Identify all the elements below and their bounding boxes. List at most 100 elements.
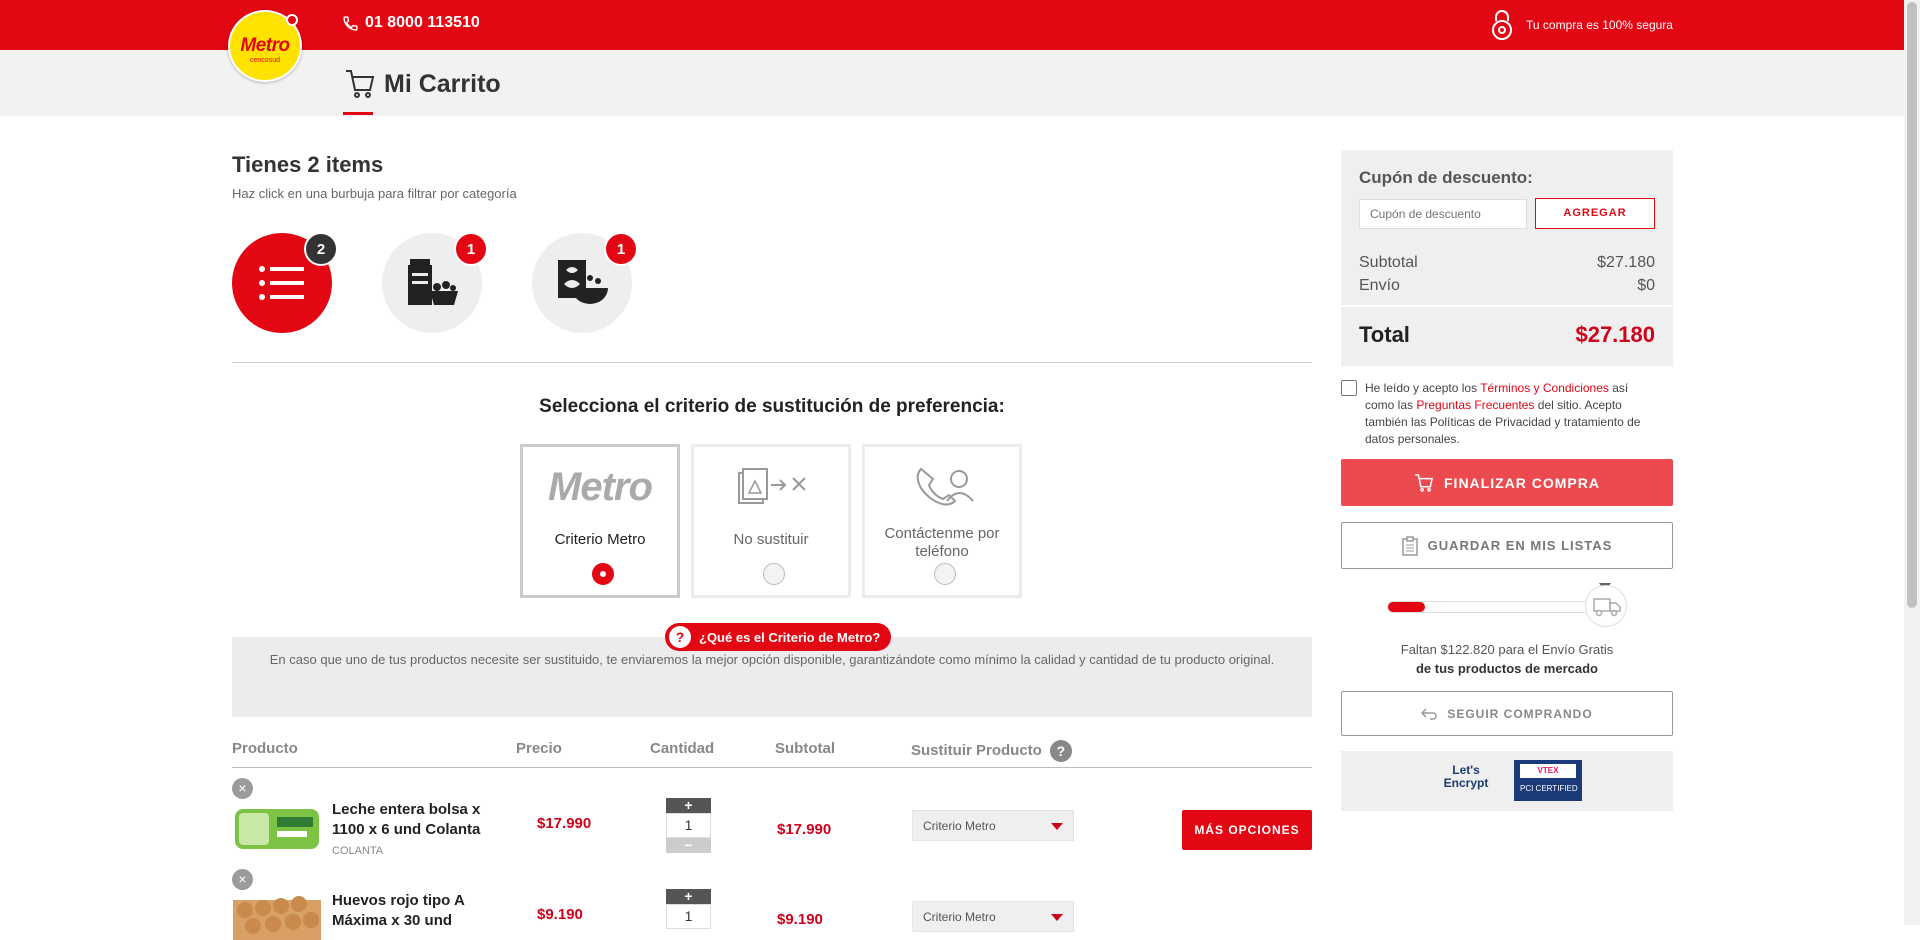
page-title: Mi Carrito — [344, 68, 501, 100]
bubble-count: 2 — [304, 232, 338, 266]
col-sustituir: Sustituir Producto? — [911, 740, 1072, 762]
logo-text: Metro — [240, 35, 290, 56]
substitute-select[interactable]: Criterio Metro — [912, 901, 1074, 932]
phone-icon — [343, 15, 358, 31]
terms-text-1: He leído y acepto los — [1365, 381, 1481, 395]
phone-contact-icon — [916, 467, 974, 506]
checkout-label: FINALIZAR COMPRA — [1444, 474, 1600, 491]
increase-button[interactable]: + — [666, 798, 711, 813]
bubble-pantry[interactable]: 1 — [382, 232, 488, 333]
return-arrow-icon — [1421, 707, 1438, 720]
quantity-value[interactable]: 1 — [666, 813, 711, 838]
free-shipping-message: Faltan $122.820 para el Envío Gratis de … — [1341, 640, 1673, 678]
logo-sub: cencosud — [250, 57, 280, 64]
total-row: Total $27.180 — [1359, 322, 1655, 348]
criteria-title: Selecciona el criterio de sustitución de… — [539, 396, 1005, 417]
metro-logo[interactable]: Metro cencosud — [228, 10, 302, 82]
terms-checkbox[interactable] — [1341, 380, 1357, 396]
security-certificates: Let's Encrypt VTEX PCI CERTIFIED — [1341, 751, 1673, 811]
product-name[interactable]: Leche entera bolsa x 1100 x 6 und Colant… — [332, 800, 482, 840]
items-count-title: Tienes 2 items — [232, 152, 384, 177]
criterio-help-button[interactable]: ? ¿Qué es el Criterio de Metro? — [665, 623, 892, 651]
bubble-breakfast[interactable]: 1 — [532, 232, 638, 333]
page-title-text: Mi Carrito — [384, 69, 501, 98]
remove-item-button[interactable]: × — [232, 869, 253, 890]
breakfast-icon — [558, 260, 608, 304]
product-price: $9.190 — [537, 906, 583, 923]
scrollbar-thumb[interactable] — [1907, 2, 1917, 608]
items-hint: Haz click en una burbuja para filtrar po… — [232, 186, 517, 201]
help-icon[interactable]: ? — [1049, 740, 1072, 762]
substitute-value: Criterio Metro — [923, 910, 996, 924]
remove-item-button[interactable]: × — [232, 778, 253, 799]
secure-purchase: Tu compra es 100% segura — [1490, 9, 1673, 41]
envio-label: Envío — [1359, 277, 1400, 294]
product-subtotal: $17.990 — [777, 821, 832, 838]
add-coupon-button[interactable]: AGREGAR — [1535, 198, 1655, 229]
more-options-button[interactable]: MÁS OPCIONES — [1182, 810, 1312, 850]
decrease-button[interactable]: − — [666, 838, 711, 853]
cart-icon — [1415, 473, 1434, 492]
page-scrollbar[interactable] — [1904, 0, 1920, 925]
col-cantidad: Cantidad — [650, 740, 715, 757]
save-list-button[interactable]: GUARDAR EN MIS LISTAS — [1341, 522, 1673, 569]
order-summary: Cupón de descuento: AGREGAR Subtotal $27… — [1341, 150, 1673, 366]
chevron-down-icon — [1051, 914, 1063, 921]
pantry-icon — [408, 259, 458, 305]
phone-number[interactable]: 01 8000 113510 — [342, 14, 480, 32]
title-underline — [343, 112, 373, 115]
subtotal-label: Subtotal — [1359, 254, 1418, 271]
product-name[interactable]: Huevos rojo tipo A Máxima x 30 und — [332, 891, 482, 931]
coupon-input[interactable] — [1359, 199, 1527, 229]
option-label: Criterio Metro — [554, 531, 646, 548]
radio-unselected[interactable] — [763, 563, 785, 585]
product-subtotal: $9.190 — [777, 911, 823, 928]
vtex-pci-logo: VTEX PCI CERTIFIED — [1514, 760, 1582, 801]
clipboard-icon — [1401, 535, 1418, 556]
envio-row: Envío $0 — [1359, 277, 1655, 295]
logo-dot — [286, 14, 298, 26]
free-shipping-line1: Faltan $122.820 para el Envío Gratis — [1400, 642, 1614, 657]
option-criterio-metro[interactable]: Metro Criterio Metro — [520, 444, 680, 598]
quantity-stepper: + 1 − — [666, 798, 711, 853]
total-label: Total — [1359, 322, 1410, 347]
increase-button[interactable]: + — [666, 889, 711, 904]
total-divider — [1341, 305, 1673, 307]
phone-text: 01 8000 113510 — [365, 14, 480, 31]
option-label: Contáctenme por teléfono — [884, 525, 1000, 560]
metro-option-logo: Metro — [548, 465, 653, 509]
subtotal-row: Subtotal $27.180 — [1359, 254, 1655, 272]
bubble-count: 1 — [604, 232, 638, 266]
lets-encrypt-logo: Let's Encrypt — [1439, 764, 1493, 790]
shipping-progress-fill — [1388, 602, 1426, 612]
pci-text: PCI CERTIFIED — [1520, 784, 1578, 793]
envio-value: $0 — [1637, 277, 1655, 294]
option-no-sustituir[interactable]: No sustituir — [691, 444, 851, 598]
radio-unselected[interactable] — [934, 563, 956, 585]
section-divider — [232, 362, 1312, 363]
continue-shopping-button[interactable]: SEGUIR COMPRANDO — [1341, 691, 1673, 736]
coupon-label: Cupón de descuento: — [1359, 168, 1533, 187]
col-subtotal: Subtotal — [775, 740, 835, 757]
quantity-value[interactable]: 1 — [666, 904, 711, 929]
substitute-select[interactable]: Criterio Metro — [912, 810, 1074, 841]
table-header-line — [232, 767, 1312, 768]
faq-link[interactable]: Preguntas Frecuentes — [1416, 398, 1534, 412]
terms-text: He leído y acepto los Términos y Condici… — [1365, 380, 1655, 448]
option-label: No sustituir — [733, 531, 809, 548]
terms-link[interactable]: Términos y Condiciones — [1480, 381, 1609, 395]
list-icon — [259, 266, 304, 300]
continue-shopping-label: SEGUIR COMPRANDO — [1447, 706, 1593, 721]
secure-text: Tu compra es 100% segura — [1526, 18, 1673, 32]
option-contactenme[interactable]: Contáctenme por teléfono — [862, 444, 1022, 598]
le-line2: Encrypt — [1443, 776, 1489, 790]
free-shipping-line2: de tus productos de mercado — [1415, 661, 1599, 676]
bubble-count: 1 — [454, 232, 488, 266]
cart-icon — [346, 70, 375, 98]
bubble-all[interactable]: 2 — [232, 232, 338, 333]
criteria-info-text: En caso que uno de tus productos necesit… — [269, 652, 1275, 667]
radio-selected[interactable] — [592, 563, 614, 585]
truck-icon — [1585, 585, 1627, 627]
total-value: $27.180 — [1575, 322, 1655, 347]
checkout-button[interactable]: FINALIZAR COMPRA — [1341, 459, 1673, 506]
